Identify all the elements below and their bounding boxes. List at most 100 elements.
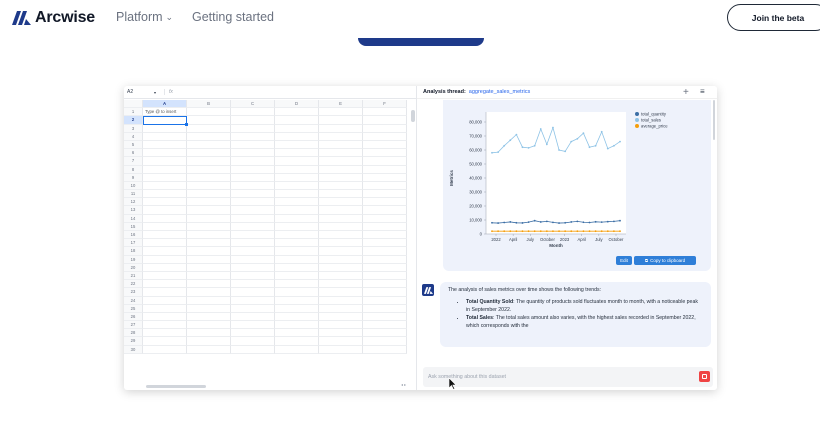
- sheet-cell[interactable]: [363, 214, 407, 223]
- panel-scrollbar[interactable]: [713, 100, 715, 140]
- sheet-cell[interactable]: [275, 321, 319, 330]
- sheet-cell[interactable]: [363, 140, 407, 150]
- sheet-cell[interactable]: [231, 190, 275, 199]
- row-header[interactable]: 11: [124, 190, 143, 199]
- sheet-cell[interactable]: [187, 321, 231, 330]
- sheet-cell[interactable]: [363, 190, 407, 199]
- sheet-cell[interactable]: [231, 345, 275, 354]
- sheet-cell[interactable]: [275, 116, 319, 125]
- sheet-cell[interactable]: [363, 280, 407, 289]
- sheet-cell[interactable]: [187, 149, 231, 158]
- sheet-cell[interactable]: [275, 345, 319, 354]
- sheet-cell[interactable]: [231, 108, 275, 117]
- scroll-arrows-icon[interactable]: ◂ ▸: [401, 382, 406, 387]
- sheet-cell[interactable]: [363, 124, 407, 133]
- sheet-cell[interactable]: [187, 222, 231, 231]
- sheet-cell[interactable]: [319, 124, 363, 133]
- sheet-cell[interactable]: [143, 329, 187, 338]
- sheet-cell[interactable]: [231, 271, 275, 281]
- sheet-cell[interactable]: [275, 304, 319, 313]
- sheet-cell[interactable]: [187, 312, 231, 322]
- sheet-cell[interactable]: [275, 271, 319, 281]
- sheet-cell[interactable]: [363, 108, 407, 117]
- sheet-cell[interactable]: [319, 280, 363, 289]
- sheet-cell[interactable]: [363, 337, 407, 346]
- sheet-cell[interactable]: [363, 329, 407, 338]
- row-header[interactable]: 14: [124, 214, 143, 223]
- sheet-cell[interactable]: [275, 312, 319, 322]
- sheet-cell[interactable]: [363, 165, 407, 174]
- sheet-cell[interactable]: [231, 329, 275, 338]
- sheet-cell[interactable]: [143, 181, 187, 191]
- sheet-cell[interactable]: [143, 296, 187, 305]
- sheet-cell[interactable]: [143, 124, 187, 133]
- sheet-cell[interactable]: [319, 214, 363, 223]
- sheet-cell[interactable]: [275, 288, 319, 297]
- brand-logo[interactable]: Arcwise: [12, 9, 95, 27]
- sheet-cell[interactable]: [231, 337, 275, 346]
- sheet-cell[interactable]: [275, 190, 319, 199]
- sheet-cell[interactable]: [275, 124, 319, 133]
- row-header[interactable]: 8: [124, 165, 143, 174]
- sheet-cell[interactable]: [231, 312, 275, 322]
- sheet-cell[interactable]: [363, 206, 407, 215]
- sheet-cell[interactable]: [231, 132, 275, 141]
- sheet-cell[interactable]: [319, 206, 363, 215]
- sheet-cell[interactable]: [187, 329, 231, 338]
- row-header[interactable]: 28: [124, 329, 143, 338]
- sheet-cell[interactable]: [363, 198, 407, 207]
- sheet-cell[interactable]: [231, 280, 275, 289]
- row-header[interactable]: 17: [124, 239, 143, 248]
- row-header[interactable]: 15: [124, 222, 143, 231]
- sheet-cell[interactable]: [275, 247, 319, 256]
- sheet-cell[interactable]: [231, 296, 275, 305]
- sheet-cell[interactable]: [231, 321, 275, 330]
- sheet-cell[interactable]: [319, 157, 363, 166]
- sheet-cell[interactable]: [363, 181, 407, 191]
- ask-input[interactable]: [423, 367, 688, 387]
- sheet-cell[interactable]: [275, 140, 319, 150]
- sheet-cell[interactable]: [143, 312, 187, 322]
- row-header[interactable]: 19: [124, 255, 143, 264]
- stop-icon[interactable]: [699, 371, 710, 382]
- row-header[interactable]: 6: [124, 149, 143, 158]
- sheet-cell[interactable]: [187, 239, 231, 248]
- sheet-cell[interactable]: [143, 288, 187, 297]
- sheet-cell[interactable]: [187, 296, 231, 305]
- row-header[interactable]: 30: [124, 345, 143, 354]
- sheet-cell[interactable]: [319, 304, 363, 313]
- sheet-cell[interactable]: [143, 255, 187, 264]
- sheet-cell[interactable]: [275, 157, 319, 166]
- row-header[interactable]: 12: [124, 198, 143, 207]
- sheet-cell[interactable]: [319, 239, 363, 248]
- sheet-cell[interactable]: [275, 263, 319, 272]
- sheet-cell[interactable]: [363, 288, 407, 297]
- sheet-cell[interactable]: [319, 247, 363, 256]
- row-header[interactable]: 18: [124, 247, 143, 256]
- sheet-cell[interactable]: [275, 206, 319, 215]
- vertical-scrollbar[interactable]: [411, 110, 415, 122]
- sheet-cell[interactable]: [187, 108, 231, 117]
- sheet-cell[interactable]: [363, 304, 407, 313]
- sheet-cell[interactable]: [275, 255, 319, 264]
- sheet-cell[interactable]: [363, 173, 407, 182]
- sheet-cell[interactable]: [363, 222, 407, 231]
- sheet-cell[interactable]: [187, 116, 231, 125]
- sheet-cell[interactable]: [319, 116, 363, 125]
- sheet-cell[interactable]: [231, 116, 275, 125]
- sheet-cell[interactable]: [143, 222, 187, 231]
- sheet-cell[interactable]: [187, 231, 231, 240]
- sheet-cell[interactable]: [319, 329, 363, 338]
- sheet-cell[interactable]: [275, 108, 319, 117]
- row-header[interactable]: 25: [124, 304, 143, 313]
- sheet-cell[interactable]: [363, 312, 407, 322]
- sheet-cell[interactable]: [363, 296, 407, 305]
- sheet-cell[interactable]: [363, 271, 407, 281]
- sheet-cell[interactable]: [319, 312, 363, 322]
- sheet-cell[interactable]: [187, 165, 231, 174]
- sheet-cell[interactable]: [275, 165, 319, 174]
- sheet-cell[interactable]: [187, 181, 231, 191]
- edit-button[interactable]: Edit: [616, 256, 632, 265]
- row-header[interactable]: 29: [124, 337, 143, 346]
- sheet-cell[interactable]: [143, 206, 187, 215]
